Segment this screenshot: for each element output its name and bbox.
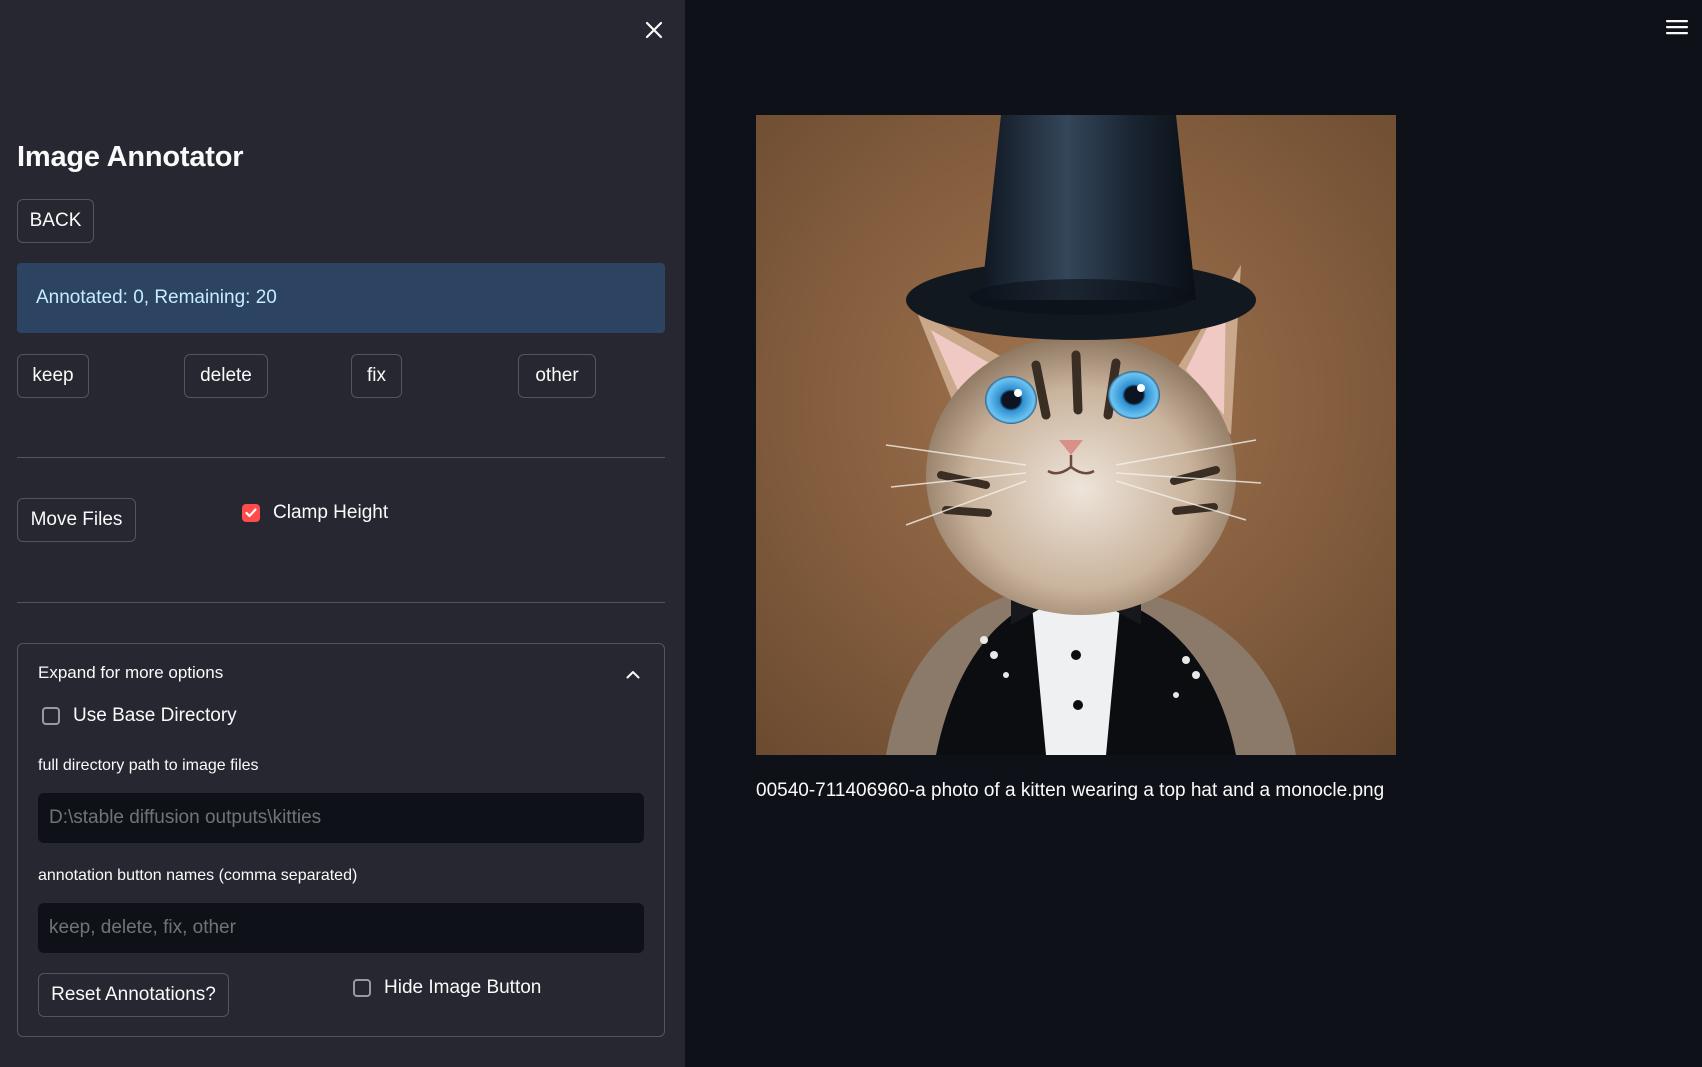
annotate-delete-button[interactable]: delete [184,354,268,398]
checkbox-box[interactable] [242,504,260,522]
reset-annotations-button[interactable]: Reset Annotations? [38,973,229,1017]
close-icon [645,21,663,39]
chevron-up-icon [626,666,640,684]
more-options-expander: Expand for more options Use Base Directo… [17,643,665,1037]
annotate-keep-button[interactable]: keep [17,354,89,398]
button-names-input[interactable] [38,903,644,953]
directory-path-label: full directory path to image files [38,757,259,774]
annotation-status-text: Annotated: 0, Remaining: 20 [36,287,277,308]
annotation-status-box: Annotated: 0, Remaining: 20 [17,263,665,333]
button-names-label: annotation button names (comma separated… [38,867,358,884]
close-sidebar-button[interactable] [638,14,670,46]
expander-title: Expand for more options [38,663,224,682]
divider [17,602,665,603]
checkbox-box[interactable] [42,707,60,725]
divider [17,457,665,458]
checkmark-icon [245,508,257,518]
main-menu-button[interactable] [1663,14,1691,40]
page-title: Image Annotator [17,141,244,173]
use-base-directory-label: Use Base Directory [73,705,237,726]
hide-image-button-label: Hide Image Button [384,977,542,998]
back-button[interactable]: BACK [17,199,94,243]
expander-header[interactable]: Expand for more options [18,644,664,704]
checkbox-box[interactable] [353,979,371,997]
hamburger-menu-icon [1666,20,1688,35]
app-root: Image Annotator BACK Annotated: 0, Remai… [0,0,1702,1067]
directory-path-input[interactable] [38,793,644,843]
annotate-other-button[interactable]: other [518,354,596,398]
move-files-button[interactable]: Move Files [17,498,136,542]
kitten-photo [756,115,1396,755]
hide-image-button-checkbox[interactable]: Hide Image Button [353,977,541,999]
use-base-directory-checkbox[interactable]: Use Base Directory [42,705,237,727]
sidebar: Image Annotator BACK Annotated: 0, Remai… [0,0,685,1067]
annotated-image [756,115,1396,755]
clamp-height-checkbox[interactable]: Clamp Height [242,502,388,524]
clamp-height-label: Clamp Height [273,502,389,523]
image-filename-caption: 00540-711406960-a photo of a kitten wear… [756,780,1385,801]
annotate-fix-button[interactable]: fix [351,354,402,398]
